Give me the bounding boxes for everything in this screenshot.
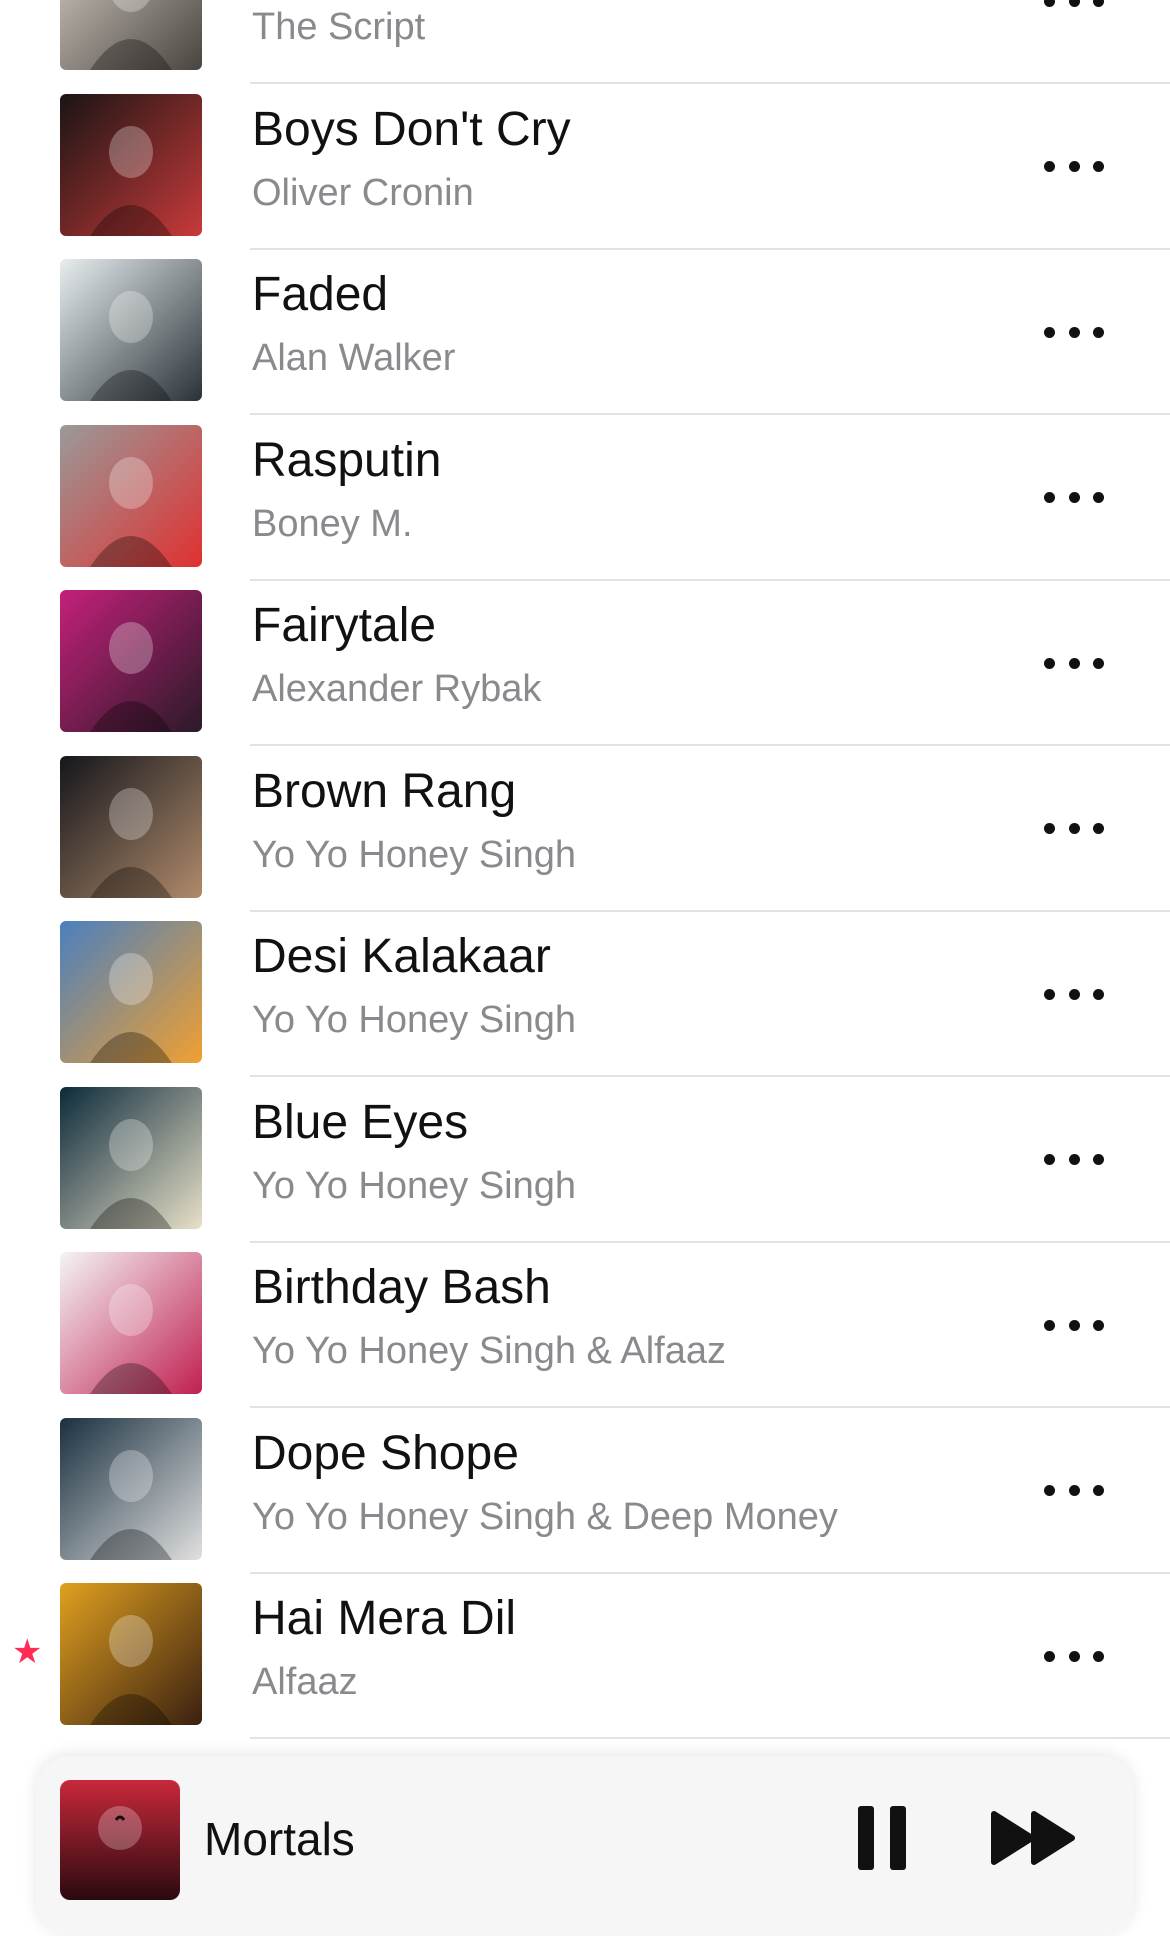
more-icon[interactable] bbox=[1044, 974, 1104, 1014]
artwork-image bbox=[60, 921, 202, 1063]
album-artwork[interactable] bbox=[60, 424, 202, 567]
song-list: The Script★Boys Don't CryOliver CroninFa… bbox=[0, 0, 1170, 1908]
song-title: Hai Mera Dil bbox=[252, 1592, 517, 1645]
song-artist: Yo Yo Honey Singh bbox=[252, 833, 577, 876]
song-artist: Alfaaz bbox=[252, 1661, 358, 1703]
more-icon[interactable] bbox=[1044, 1471, 1104, 1511]
artwork-image bbox=[60, 1252, 202, 1394]
more-icon[interactable] bbox=[1044, 1140, 1104, 1180]
star-icon: ★ bbox=[12, 1633, 43, 1671]
song-row[interactable]: Birthday Bash Yo Yo Honey Singh & Alfaaz bbox=[0, 1242, 1170, 1408]
song-title: Boys Don't Cry bbox=[252, 102, 571, 156]
album-artwork[interactable] bbox=[60, 921, 202, 1063]
artwork-image bbox=[60, 1086, 202, 1229]
album-artwork[interactable] bbox=[60, 1252, 202, 1394]
forward-icon[interactable] bbox=[990, 1808, 1080, 1868]
album-artwork[interactable] bbox=[60, 1417, 202, 1560]
song-artist: The Script bbox=[252, 6, 426, 48]
mini-player[interactable]: Mortals bbox=[36, 1756, 1134, 1936]
artwork-image bbox=[60, 1780, 180, 1900]
song-artist: Yo Yo Honey Singh & Alfaaz bbox=[252, 1330, 726, 1372]
more-icon[interactable] bbox=[1044, 1636, 1104, 1676]
song-title: Blue Eyes bbox=[252, 1095, 469, 1149]
song-artist: Oliver Cronin bbox=[252, 171, 474, 214]
more-icon[interactable] bbox=[1044, 809, 1104, 849]
more-icon[interactable] bbox=[1044, 478, 1104, 518]
album-artwork[interactable] bbox=[60, 0, 202, 70]
artwork-image bbox=[60, 93, 202, 236]
artwork-image bbox=[60, 590, 202, 732]
pause-icon[interactable] bbox=[858, 1806, 906, 1870]
song-row[interactable]: The Script★ bbox=[0, 0, 1170, 84]
artwork-image bbox=[60, 1417, 202, 1560]
artwork-image bbox=[60, 424, 202, 567]
artwork-image bbox=[60, 1583, 202, 1725]
song-title: Brown Rang bbox=[252, 764, 517, 818]
song-row[interactable]: Desi Kalakaar Yo Yo Honey Singh bbox=[0, 911, 1170, 1077]
song-row[interactable]: Boys Don't Cry Oliver Cronin bbox=[0, 84, 1170, 250]
song-title: Faded bbox=[252, 268, 389, 321]
song-title: Desi Kalakaar bbox=[252, 930, 551, 983]
divider bbox=[250, 1737, 1170, 1739]
artwork-image bbox=[60, 259, 202, 401]
song-title: Birthday Bash bbox=[252, 1261, 551, 1314]
song-row[interactable]: Hai Mera Dil Alfaaz ★ bbox=[0, 1573, 1170, 1739]
song-row[interactable]: Dope Shope Yo Yo Honey Singh & Deep Money bbox=[0, 1408, 1170, 1574]
song-row[interactable]: Blue Eyes Yo Yo Honey Singh bbox=[0, 1077, 1170, 1243]
song-title: Dope Shope bbox=[252, 1426, 519, 1480]
song-artist: Yo Yo Honey Singh & Deep Money bbox=[252, 1495, 838, 1538]
artwork-image bbox=[60, 0, 202, 70]
song-row[interactable]: Fairytale Alexander Rybak bbox=[0, 580, 1170, 746]
more-icon[interactable] bbox=[1044, 147, 1104, 187]
now-playing-artwork[interactable] bbox=[60, 1780, 180, 1900]
album-artwork[interactable] bbox=[60, 93, 202, 236]
song-row[interactable]: Faded Alan Walker bbox=[0, 249, 1170, 415]
album-artwork[interactable] bbox=[60, 259, 202, 401]
more-icon[interactable] bbox=[1044, 643, 1104, 683]
song-artist: Yo Yo Honey Singh bbox=[252, 999, 577, 1041]
song-artist: Alexander Rybak bbox=[252, 668, 542, 710]
more-icon[interactable] bbox=[1044, 1305, 1104, 1345]
song-artist: Yo Yo Honey Singh bbox=[252, 1164, 577, 1207]
artwork-image bbox=[60, 755, 202, 898]
more-icon[interactable] bbox=[1044, 0, 1104, 21]
song-artist: Boney M. bbox=[252, 502, 413, 545]
more-icon[interactable] bbox=[1044, 312, 1104, 352]
song-title: Fairytale bbox=[252, 599, 437, 652]
album-artwork[interactable] bbox=[60, 755, 202, 898]
album-artwork[interactable] bbox=[60, 590, 202, 732]
album-artwork[interactable] bbox=[60, 1583, 202, 1725]
album-artwork[interactable] bbox=[60, 1086, 202, 1229]
song-row[interactable]: Brown Rang Yo Yo Honey Singh bbox=[0, 746, 1170, 912]
song-row[interactable]: Rasputin Boney M. bbox=[0, 415, 1170, 581]
now-playing-title[interactable]: Mortals bbox=[204, 1812, 355, 1866]
song-artist: Alan Walker bbox=[252, 337, 456, 379]
song-title: Rasputin bbox=[252, 433, 442, 487]
